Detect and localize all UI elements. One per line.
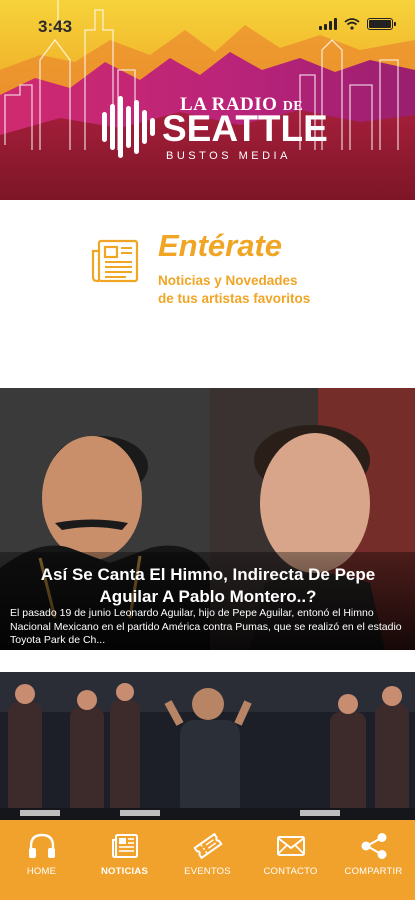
battery-icon xyxy=(367,18,396,30)
news-card[interactable]: Así Se Canta El Himno, Indirecta De Pepe… xyxy=(0,388,415,650)
mail-icon xyxy=(276,836,305,856)
logo-seattle: SEATTLE xyxy=(162,108,328,149)
news-title[interactable]: Así Se Canta El Himno, Indirecta De Pepe… xyxy=(8,564,408,608)
subtitle-line-1: Noticias y Novedades xyxy=(158,273,298,288)
tab-label: NOTICIAS xyxy=(101,866,148,877)
logo-bustos-media: BUSTOS MEDIA xyxy=(166,150,291,162)
cellular-signal-icon xyxy=(319,18,337,30)
news-card[interactable] xyxy=(0,672,415,820)
news-title-line-2: Aguilar A Pablo Montero..? xyxy=(99,587,317,606)
subtitle-line-2: de tus artistas favoritos xyxy=(158,291,311,306)
sound-wave-icon xyxy=(102,96,155,158)
station-logo[interactable]: LA RADIO DE SEATTLE BUSTOS MEDIA xyxy=(100,92,328,172)
news-excerpt: El pasado 19 de junio Leonardo Aguilar, … xyxy=(10,607,402,646)
status-icons xyxy=(319,18,396,30)
tab-eventos[interactable]: EVENTOS xyxy=(166,820,249,900)
section-intro: Entérate Noticias y Novedades de tus art… xyxy=(0,200,415,388)
tab-contacto[interactable]: CONTACTO xyxy=(249,820,332,900)
tab-label: COMPARTIR xyxy=(344,866,403,877)
header-banner: 3:43 LA RADIO DE SEATTLE BUSTOS MEDIA xyxy=(0,0,415,200)
headphones-icon xyxy=(28,833,55,858)
status-time: 3:43 xyxy=(38,17,73,36)
newspaper-icon xyxy=(111,834,138,858)
news-image xyxy=(0,672,415,820)
ticket-icon xyxy=(192,832,223,860)
share-icon xyxy=(361,833,386,859)
news-title-line-1: Así Se Canta El Himno, Indirecta De Pepe xyxy=(40,565,376,584)
newspaper-icon xyxy=(91,239,139,283)
status-bar: 3:43 xyxy=(0,0,415,50)
wifi-icon xyxy=(344,18,360,30)
bottom-tab-bar: HOME NOTICIAS EVENTOS CONTACTO COMPARTIR xyxy=(0,820,415,900)
tab-noticias[interactable]: NOTICIAS xyxy=(83,820,166,900)
page-subtitle: Noticias y Novedades de tus artistas fav… xyxy=(158,272,310,308)
tab-label: EVENTOS xyxy=(184,866,231,877)
page-title: Entérate xyxy=(158,228,283,263)
tab-home[interactable]: HOME xyxy=(0,820,83,900)
tab-label: CONTACTO xyxy=(263,866,318,877)
tab-compartir[interactable]: COMPARTIR xyxy=(332,820,415,900)
tab-label: HOME xyxy=(26,866,57,877)
